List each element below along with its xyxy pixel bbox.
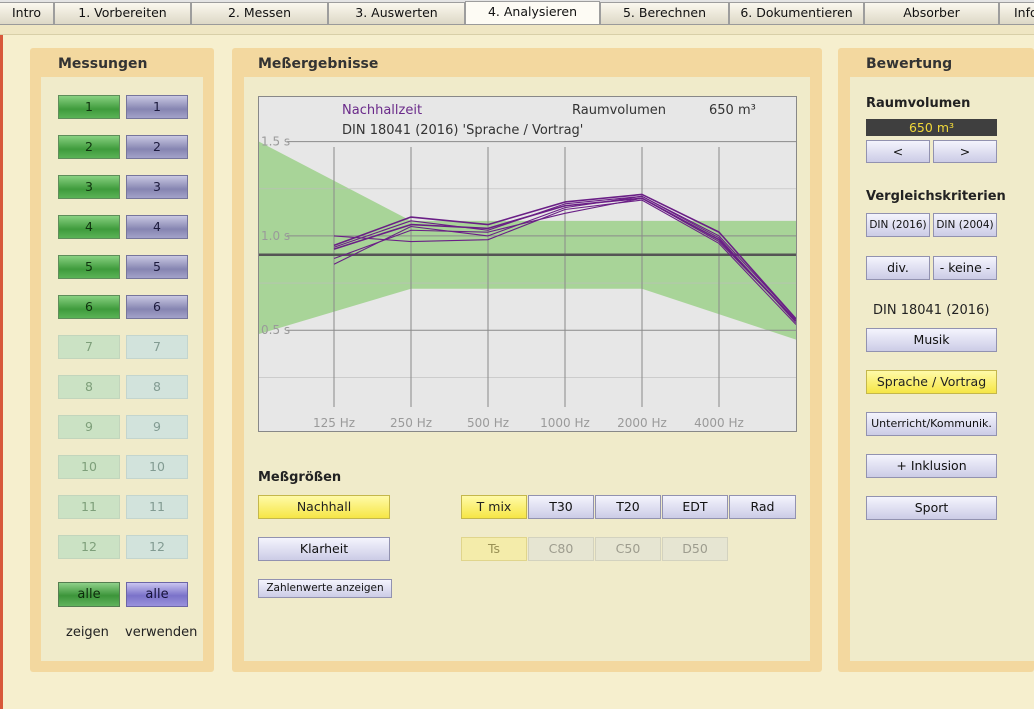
tab-analysieren[interactable]: 4. Analysieren	[465, 1, 600, 24]
nachhall-button[interactable]: Nachhall	[258, 495, 390, 519]
tab-absorber[interactable]: Absorber	[864, 2, 999, 24]
chart-title: Nachhallzeit	[342, 103, 423, 118]
metric-tmix-button[interactable]: T mix	[461, 495, 527, 519]
volume-next-button[interactable]: >	[933, 140, 997, 163]
left-accent-bar	[0, 24, 3, 709]
use-measurement-5-button[interactable]: 5	[126, 255, 188, 279]
show-label: zeigen	[66, 625, 109, 640]
show-measurement-5-button[interactable]: 5	[58, 255, 120, 279]
metric-d50-button[interactable]: D50	[662, 537, 728, 561]
use-measurement-1-button[interactable]: 1	[126, 95, 188, 119]
chart-volume-value: 650 m³	[709, 103, 756, 118]
metric-ts-button[interactable]: Ts	[461, 537, 527, 561]
y-tick-label: 1.0 s	[261, 229, 290, 243]
metric-c80-button[interactable]: C80	[528, 537, 594, 561]
show-measurement-9-button[interactable]: 9	[58, 415, 120, 439]
x-tick-label: 1000 Hz	[540, 416, 590, 430]
tab-bar: Intro 1. Vorbereiten 2. Messen 3. Auswer…	[0, 0, 1034, 25]
reverberation-chart: 1.5 s 1.0 s 0.5 s 125 Hz 250 Hz 500 Hz 1000 Hz…	[258, 96, 797, 432]
option-inklusion-button[interactable]: + Inklusion	[866, 454, 997, 478]
show-measurement-8-button[interactable]: 8	[58, 375, 120, 399]
option-unterricht-button[interactable]: Unterricht/Kommunik.	[866, 412, 997, 436]
metric-edt-button[interactable]: EDT	[662, 495, 728, 519]
chart-volume-label: Raumvolumen	[572, 103, 667, 118]
measurements-title: Messungen	[58, 56, 148, 72]
option-sprache-button[interactable]: Sprache / Vortrag	[866, 370, 997, 394]
y-tick-label: 1.5 s	[261, 135, 290, 149]
criteria-title: Vergleichskriterien	[866, 189, 1006, 204]
x-tick-label: 2000 Hz	[617, 416, 667, 430]
klarheit-button[interactable]: Klarheit	[258, 537, 390, 561]
option-sport-button[interactable]: Sport	[866, 496, 997, 520]
use-measurement-10-button[interactable]: 10	[126, 455, 188, 479]
div-button[interactable]: div.	[866, 256, 930, 280]
y-tick-label: 0.5 s	[261, 323, 290, 337]
use-all-button[interactable]: alle	[126, 582, 188, 607]
use-measurement-6-button[interactable]: 6	[126, 295, 188, 319]
use-measurement-8-button[interactable]: 8	[126, 375, 188, 399]
din-2004-button[interactable]: DIN (2004)	[933, 213, 997, 237]
show-measurement-11-button[interactable]: 11	[58, 495, 120, 519]
show-measurement-7-button[interactable]: 7	[58, 335, 120, 359]
tab-vorbereiten[interactable]: 1. Vorbereiten	[54, 2, 191, 24]
use-measurement-3-button[interactable]: 3	[126, 175, 188, 199]
use-measurement-11-button[interactable]: 11	[126, 495, 188, 519]
metric-t20-button[interactable]: T20	[595, 495, 661, 519]
quantities-title: Meßgrößen	[258, 470, 342, 485]
tab-auswerten[interactable]: 3. Auswerten	[328, 2, 465, 24]
show-measurement-6-button[interactable]: 6	[58, 295, 120, 319]
use-measurement-7-button[interactable]: 7	[126, 335, 188, 359]
show-measurement-1-button[interactable]: 1	[58, 95, 120, 119]
standard-label: DIN 18041 (2016)	[873, 303, 990, 318]
none-button[interactable]: - keine -	[933, 256, 997, 280]
metric-rad-button[interactable]: Rad	[729, 495, 796, 519]
results-title: Meßergebnisse	[258, 56, 379, 72]
tab-messen[interactable]: 2. Messen	[191, 2, 328, 24]
tolerance-band	[259, 141, 796, 340]
volume-prev-button[interactable]: <	[866, 140, 930, 163]
din-2016-button[interactable]: DIN (2016)	[866, 213, 930, 237]
x-tick-label: 4000 Hz	[694, 416, 744, 430]
show-measurement-2-button[interactable]: 2	[58, 135, 120, 159]
use-measurement-9-button[interactable]: 9	[126, 415, 188, 439]
metric-c50-button[interactable]: C50	[595, 537, 661, 561]
metric-t30-button[interactable]: T30	[528, 495, 594, 519]
show-measurement-3-button[interactable]: 3	[58, 175, 120, 199]
show-measurement-4-button[interactable]: 4	[58, 215, 120, 239]
show-measurement-10-button[interactable]: 10	[58, 455, 120, 479]
tab-berechnen[interactable]: 5. Berechnen	[600, 2, 729, 24]
x-tick-label: 250 Hz	[390, 416, 432, 430]
show-measurement-12-button[interactable]: 12	[58, 535, 120, 559]
tab-info[interactable]: Info	[999, 2, 1034, 24]
chart-subtitle: DIN 18041 (2016) 'Sprache / Vortrag'	[342, 123, 584, 138]
show-numbers-button[interactable]: Zahlenwerte anzeigen	[258, 579, 392, 598]
use-measurement-4-button[interactable]: 4	[126, 215, 188, 239]
use-measurement-2-button[interactable]: 2	[126, 135, 188, 159]
x-tick-label: 500 Hz	[467, 416, 509, 430]
tab-dokumentieren[interactable]: 6. Dokumentieren	[729, 2, 864, 24]
option-musik-button[interactable]: Musik	[866, 328, 997, 352]
chart-canvas: 1.5 s 1.0 s 0.5 s 125 Hz 250 Hz 500 Hz 1000 Hz…	[259, 135, 796, 430]
volume-display: 650 m³	[866, 119, 997, 136]
evaluation-title: Bewertung	[866, 56, 953, 72]
x-tick-label: 125 Hz	[313, 416, 355, 430]
volume-title: Raumvolumen	[866, 96, 971, 111]
tab-strip	[0, 25, 1034, 35]
use-label: verwenden	[125, 625, 198, 640]
show-all-button[interactable]: alle	[58, 582, 120, 607]
use-measurement-12-button[interactable]: 12	[126, 535, 188, 559]
tab-intro[interactable]: Intro	[0, 2, 54, 24]
